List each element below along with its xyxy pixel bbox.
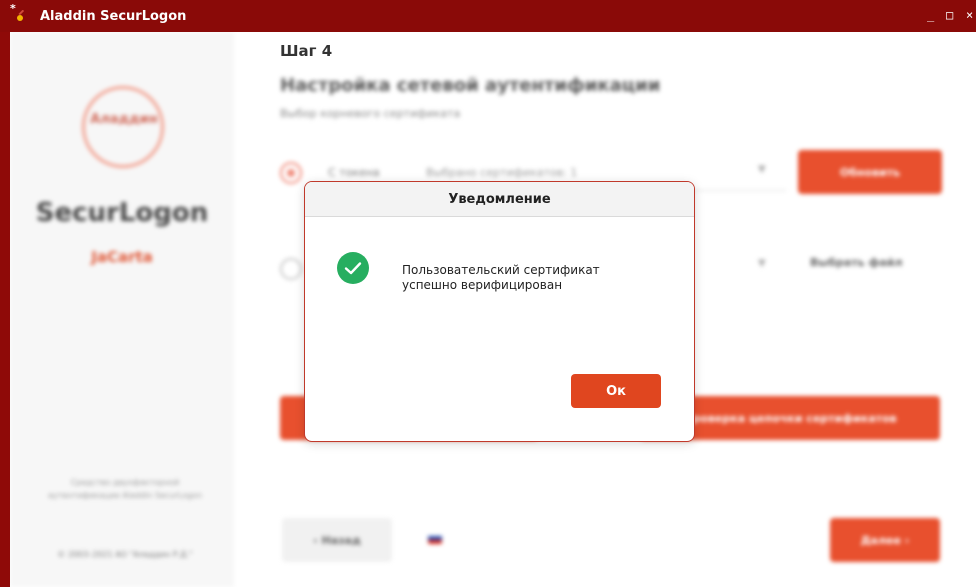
close-button[interactable]: ×	[966, 8, 973, 22]
back-button[interactable]: ‹ Назад	[282, 518, 392, 562]
minimize-button[interactable]: _	[927, 8, 934, 22]
next-button[interactable]: Далее ›	[830, 518, 940, 562]
chevron-down-icon[interactable]: ▼	[758, 258, 766, 269]
window-title: Aladdin SecurLogon	[40, 8, 187, 24]
sidebar-note: Средство двухфакторной аутентификации Al…	[47, 478, 203, 500]
choose-file-button[interactable]: Выбрать файл	[810, 256, 903, 269]
certificate-select-value: Выбрано сертификатов: 1	[426, 166, 578, 179]
dialog-title: Уведомление	[305, 182, 694, 217]
sidebar: Аладдин SecurLogon JaCarta Средство двух…	[10, 32, 234, 587]
page-title: Настройка сетевой аутентификации	[280, 75, 661, 96]
app-key-icon: *	[10, 2, 34, 26]
language-flag-icon[interactable]	[428, 532, 442, 544]
step-label: Шаг 4	[280, 42, 333, 60]
aladdin-logo-icon	[82, 86, 164, 168]
success-check-icon	[337, 252, 369, 284]
brand-subtitle: JaCarta	[91, 248, 153, 266]
logo-text: Аладдин	[90, 112, 158, 127]
option-from-token-label: С токена	[328, 166, 380, 179]
update-button[interactable]: Обновить	[798, 150, 942, 194]
radio-from-file[interactable]	[280, 258, 302, 280]
maximize-button[interactable]: □	[946, 8, 953, 22]
ok-button[interactable]: Ок	[571, 374, 661, 408]
dialog-message-line2: успешно верифицирован	[402, 278, 563, 292]
dialog-message-line1: Пользовательский сертификат	[402, 263, 600, 277]
chevron-down-icon[interactable]: ▼	[758, 164, 766, 175]
copyright: © 2003–2021 АО "Аладдин Р.Д."	[57, 550, 193, 559]
brand-title: SecurLogon	[35, 198, 209, 228]
window-titlebar: * Aladdin SecurLogon _ □ ×	[0, 0, 976, 32]
dialog-message: Пользовательский сертификат успешно вери…	[402, 263, 662, 293]
notification-dialog: Уведомление Пользовательский сертификат …	[304, 181, 695, 442]
page-subtitle: Выбор корневого сертификата	[280, 107, 461, 120]
radio-from-token[interactable]	[280, 162, 302, 184]
